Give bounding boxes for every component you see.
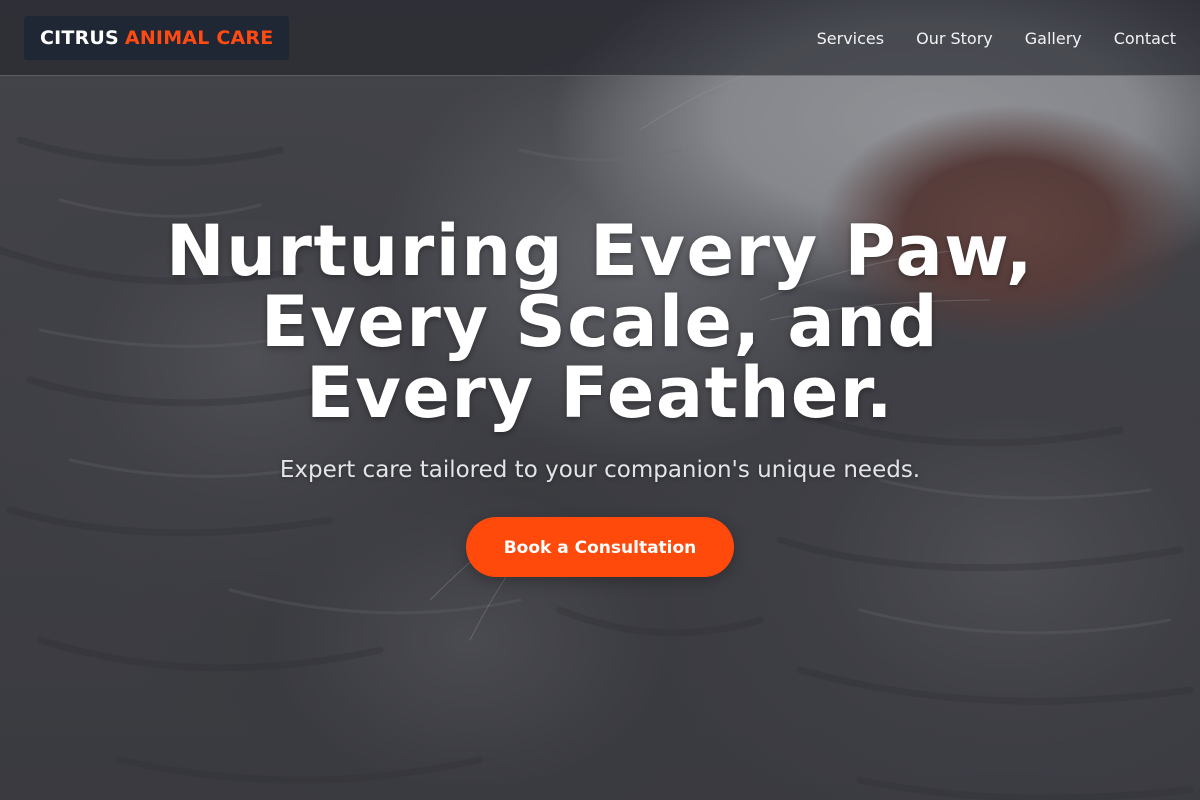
hero-title-line: Every Feather.	[305, 352, 895, 434]
nav-link-gallery[interactable]: Gallery	[1025, 29, 1082, 48]
nav-link-our-story[interactable]: Our Story	[916, 29, 993, 48]
book-consultation-button[interactable]: Book a Consultation	[466, 517, 734, 577]
site-header: CITRUS ANIMAL CARE Services Our Story Ga…	[0, 0, 1200, 76]
brand-logo[interactable]: CITRUS ANIMAL CARE	[24, 16, 290, 60]
nav-link-services[interactable]: Services	[817, 29, 884, 48]
hero-title-line: Nurturing Every Paw,	[166, 210, 1034, 292]
logo-text-animal-care: ANIMAL CARE	[124, 27, 274, 49]
nav-link-contact[interactable]: Contact	[1114, 29, 1176, 48]
hero-title-line: Every Scale, and	[260, 281, 940, 363]
hero-subtitle: Expert care tailored to your companion's…	[279, 457, 921, 483]
logo-text-citrus: CITRUS	[40, 27, 119, 49]
hero-title: Nurturing Every Paw, Every Scale, and Ev…	[100, 216, 1100, 429]
hero-section: Nurturing Every Paw, Every Scale, and Ev…	[0, 216, 1200, 577]
main-nav: Services Our Story Gallery Contact	[817, 0, 1176, 76]
